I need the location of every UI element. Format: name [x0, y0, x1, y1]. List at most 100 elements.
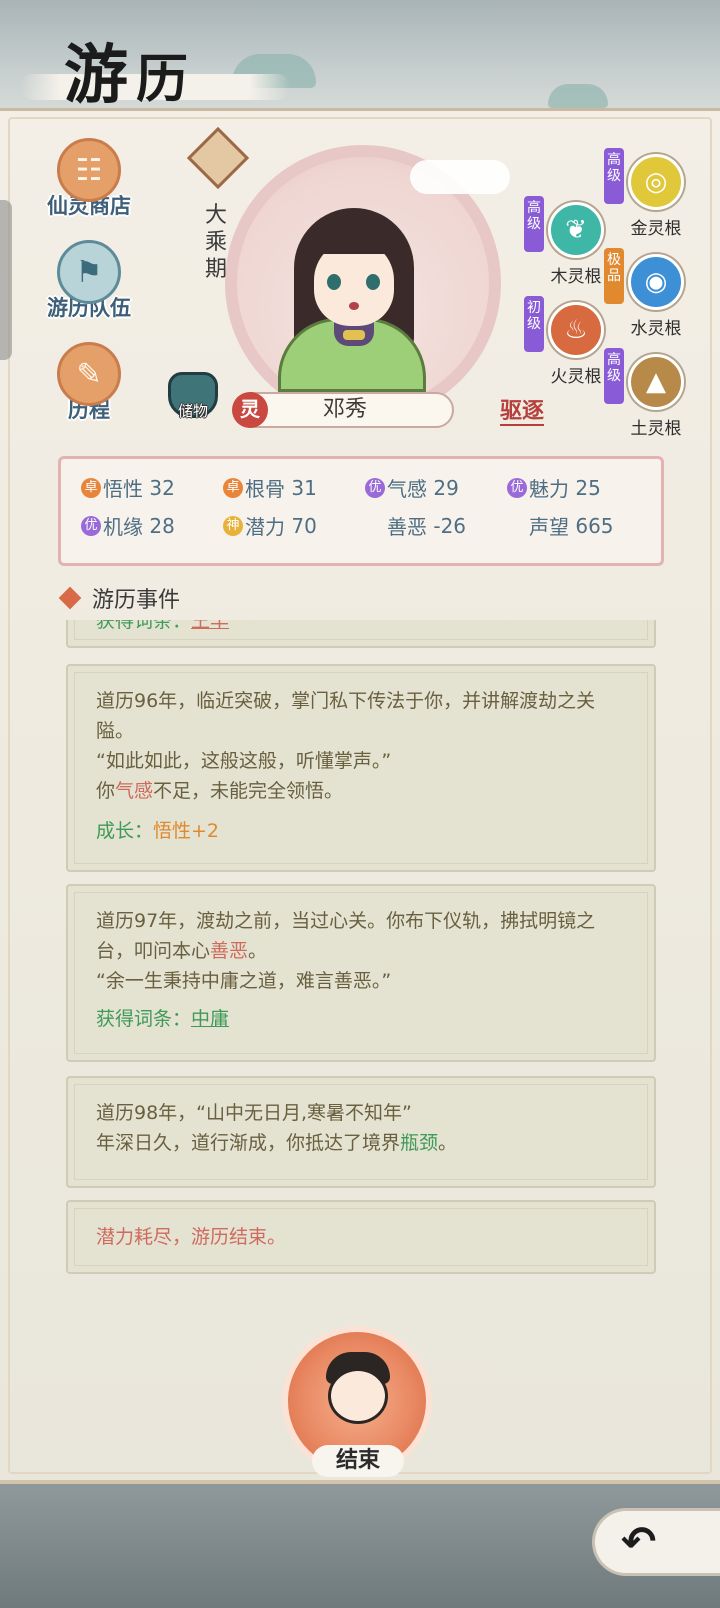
team-flag-icon: ⚑ — [57, 240, 121, 304]
stat-label: 魅力 — [529, 477, 569, 501]
scroll-glyph: ✎ — [76, 356, 102, 392]
metal-glyph: ◎ — [644, 167, 668, 197]
storage-label: 储物 — [177, 402, 208, 420]
event-card-partial: 获得词条：王羊 — [66, 620, 656, 648]
stat-grade-badge: 神 — [223, 515, 243, 536]
fairy-shop-button[interactable]: ☷ 仙灵商店 — [34, 138, 144, 234]
stat-jiyuan: 优 机缘 28 — [81, 511, 175, 540]
event-gain-tag[interactable]: 王羊 — [191, 620, 229, 632]
stat-grade-badge: 优 — [507, 477, 527, 498]
attribute-panel: 卓 悟性 32 卓 根骨 31 优 气感 29 优 魅力 25 优 机缘 28 … — [58, 456, 664, 566]
character-mouth — [349, 302, 359, 310]
event-card-ending: 潜力耗尽，游历结束。 — [66, 1200, 656, 1274]
travel-team-button[interactable]: ⚑ 游历队伍 — [34, 240, 144, 336]
event-text-part: 道历97年，渡劫之前，当过心关。你布下仪轨，拂拭明镜之台，叩问本心 — [96, 910, 596, 962]
gain-tag-link[interactable]: 中庸 — [191, 1008, 229, 1030]
stat-value: 28 — [149, 513, 175, 538]
character-name-bar: 邓秀 — [236, 392, 454, 428]
stat-qigan: 优 气感 29 — [365, 473, 459, 502]
expel-button[interactable]: 驱逐 — [500, 393, 544, 425]
stat-label: 机缘 — [103, 515, 143, 539]
stat-label: 根骨 — [245, 477, 285, 501]
wood-orb-icon: ❦ — [548, 202, 604, 258]
growth-value: 悟性+2 — [153, 820, 220, 842]
event-text: 你气感不足，未能完全领悟。 — [96, 776, 626, 806]
event-text: 道历98年，“山中无日月,寒暑不知年” — [96, 1102, 412, 1124]
character-bangs — [304, 218, 404, 254]
event-keyword: 善恶 — [210, 940, 249, 962]
event-log-scroll[interactable]: 获得词条：王羊 道历96年，临近突破，掌门私下传法于你，并讲解渡劫之关隘。 “如… — [0, 620, 720, 1320]
stat-label: 悟性 — [103, 477, 143, 501]
event-quote: “余一生秉持中庸之道，难言善恶。” — [96, 970, 392, 992]
event-card: 道历97年，渡劫之前，当过心关。你布下仪轨，拂拭明镜之台，叩问本心善恶。 “余一… — [66, 884, 656, 1062]
spirit-root-earth[interactable]: 高级 ▲ 土灵根 — [604, 348, 700, 446]
storage-button[interactable]: 储物 — [166, 372, 220, 430]
stat-grade-badge: 卓 — [223, 477, 243, 498]
stat-shengwang: 声望 665 — [529, 511, 614, 540]
cultivator-face-icon — [328, 1368, 388, 1424]
event-keyword: 瓶颈 — [400, 1132, 439, 1154]
event-text-part: 。 — [248, 940, 268, 962]
back-button[interactable]: ↶ — [592, 1508, 720, 1576]
grade-tag: 初级 — [524, 296, 544, 352]
scroll-icon: ✎ — [57, 342, 121, 406]
event-card: 道历98年，“山中无日月,寒暑不知年” 年深日久，道行渐成，你抵达了境界瓶颈。 — [66, 1076, 656, 1188]
stat-value: 665 — [575, 513, 614, 538]
event-card: 道历96年，临近突破，掌门私下传法于你，并讲解渡劫之关隘。 “如此如此，这般这般… — [66, 664, 656, 872]
back-arrow-icon: ↶ — [621, 1517, 657, 1566]
cloud-decoration — [410, 160, 510, 194]
stat-meili: 优 魅力 25 — [507, 473, 601, 502]
event-text: 年深日久，道行渐成，你抵达了境界瓶颈。 — [96, 1128, 626, 1158]
stat-value: 29 — [433, 475, 459, 500]
travel-events-heading: 游历事件 — [58, 582, 181, 614]
stat-gengu: 卓 根骨 31 — [223, 473, 317, 502]
event-text-part: 年深日久，道行渐成，你抵达了境界 — [96, 1132, 401, 1154]
grade-tag: 高级 — [604, 348, 624, 404]
stat-label: 气感 — [387, 477, 427, 501]
stat-value: -26 — [433, 513, 467, 538]
stat-qianli: 神 潜力 70 — [223, 511, 317, 540]
stat-value: 70 — [291, 513, 317, 538]
event-keyword: 气感 — [115, 780, 154, 802]
event-text: 道历96年，临近突破，掌门私下传法于你，并讲解渡劫之关隘。 — [96, 690, 596, 742]
stat-value: 32 — [149, 475, 175, 500]
stat-grade-badge: 卓 — [81, 477, 101, 498]
left-edge-handle[interactable] — [0, 200, 12, 360]
event-gain-label: 获得词条： — [96, 620, 192, 632]
stat-grade-badge: 优 — [81, 515, 101, 536]
section-title-text: 游历事件 — [92, 588, 181, 613]
stat-value: 31 — [291, 475, 317, 500]
event-text-part: 你 — [96, 780, 116, 802]
team-glyph: ⚑ — [75, 254, 103, 290]
top-banner: 游历 — [0, 0, 720, 120]
spirit-root-label: 土灵根 — [630, 419, 682, 439]
end-button-label[interactable]: 结束 — [312, 1445, 404, 1477]
fire-orb-icon: ♨ — [548, 302, 604, 358]
event-text: 道历97年，渡劫之前，当过心关。你布下仪轨，拂拭明镜之台，叩问本心善恶。 — [96, 906, 626, 966]
wood-glyph: ❦ — [565, 215, 587, 245]
spirit-root-label: 金灵根 — [630, 219, 682, 239]
shop-icon: ☷ — [57, 138, 121, 202]
stat-grade-badge: 优 — [365, 477, 385, 498]
spirit-root-label: 水灵根 — [630, 319, 682, 339]
stat-wuxing: 卓 悟性 32 — [81, 473, 175, 502]
title-char-2: 历 — [136, 49, 197, 110]
stat-label: 善恶 — [387, 515, 427, 539]
event-text-part: 。 — [438, 1132, 458, 1154]
character-knot — [343, 330, 365, 340]
earth-glyph: ▲ — [646, 367, 666, 397]
grade-tag: 高级 — [524, 196, 544, 252]
event-growth: 成长：悟性+2 — [96, 816, 626, 846]
event-quote: “如此如此，这般这般，听懂掌声。” — [96, 750, 392, 772]
character-name: 邓秀 — [322, 397, 367, 422]
growth-label: 成长： — [96, 820, 154, 842]
spirit-tag-badge: 灵 — [232, 392, 268, 428]
realm-label: 大乘期 — [204, 203, 227, 282]
cloud-decoration — [548, 84, 608, 108]
metal-orb-icon: ◎ — [628, 154, 684, 210]
stat-shane: 善恶 -26 — [387, 511, 466, 540]
stat-label: 潜力 — [245, 515, 285, 539]
water-orb-icon: ◉ — [628, 254, 684, 310]
character-eye — [327, 274, 341, 290]
journey-history-button[interactable]: ✎ 历程 — [34, 342, 144, 438]
